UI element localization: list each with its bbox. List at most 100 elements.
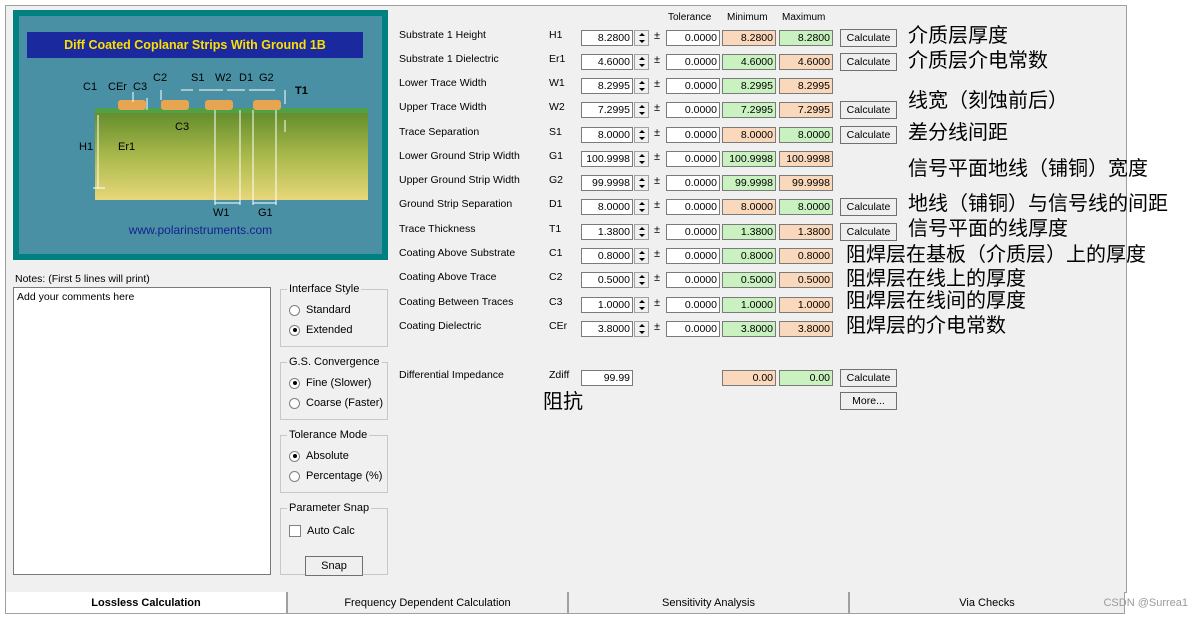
maximum-value[interactable]: 8.0000 xyxy=(779,199,833,215)
parameter-value-input[interactable]: 1.0000 xyxy=(581,297,633,313)
minimum-value[interactable]: 1.3800 xyxy=(722,224,776,240)
auto-calc-checkbox[interactable]: Auto Calc xyxy=(289,525,355,537)
parameter-value-input[interactable]: 0.5000 xyxy=(581,272,633,288)
calculate-impedance-button[interactable]: Calculate xyxy=(840,369,897,387)
spin-arrows-icon[interactable] xyxy=(634,30,649,46)
tab-frequency-dependent[interactable]: Frequency Dependent Calculation xyxy=(287,592,568,614)
impedance-max[interactable]: 0.00 xyxy=(779,370,833,386)
maximum-value[interactable]: 1.0000 xyxy=(779,297,833,313)
radio-coarse[interactable]: Coarse (Faster) xyxy=(289,397,383,409)
minimum-value[interactable]: 100.9998 xyxy=(722,151,776,167)
parameter-value-input[interactable]: 1.3800 xyxy=(581,224,633,240)
maximum-value[interactable]: 7.2995 xyxy=(779,102,833,118)
tolerance-input[interactable]: 0.0000 xyxy=(666,54,720,70)
spin-arrows-icon[interactable] xyxy=(634,199,649,215)
tolerance-input[interactable]: 0.0000 xyxy=(666,78,720,94)
radio-absolute[interactable]: Absolute xyxy=(289,450,349,462)
radio-selected-icon[interactable] xyxy=(289,450,300,462)
parameter-value-input[interactable]: 8.2800 xyxy=(581,30,633,46)
calculate-h1-button[interactable]: Calculate xyxy=(840,29,897,47)
parameter-value-input[interactable]: 100.9998 xyxy=(581,151,633,167)
tolerance-input[interactable]: 0.0000 xyxy=(666,151,720,167)
radio-icon[interactable] xyxy=(289,470,300,482)
auto-calc-label: Auto Calc xyxy=(307,525,355,537)
tolerance-input[interactable]: 0.0000 xyxy=(666,199,720,215)
maximum-value[interactable]: 8.2800 xyxy=(779,30,833,46)
tolerance-input[interactable]: 0.0000 xyxy=(666,175,720,191)
minimum-value[interactable]: 1.0000 xyxy=(722,297,776,313)
parameter-value-input[interactable]: 99.9998 xyxy=(581,175,633,191)
tolerance-input[interactable]: 0.0000 xyxy=(666,272,720,288)
parameter-symbol: Er1 xyxy=(549,53,566,65)
minimum-value[interactable]: 7.2995 xyxy=(722,102,776,118)
maximum-value[interactable]: 8.0000 xyxy=(779,127,833,143)
tolerance-input[interactable]: 0.0000 xyxy=(666,321,720,337)
spin-arrows-icon[interactable] xyxy=(634,102,649,118)
parameter-value-input[interactable]: 3.8000 xyxy=(581,321,633,337)
tolerance-input[interactable]: 0.0000 xyxy=(666,30,720,46)
spin-arrows-icon[interactable] xyxy=(634,272,649,288)
parameter-value-input[interactable]: 4.6000 xyxy=(581,54,633,70)
maximum-value[interactable]: 0.8000 xyxy=(779,248,833,264)
tolerance-input[interactable]: 0.0000 xyxy=(666,297,720,313)
minimum-value[interactable]: 8.0000 xyxy=(722,127,776,143)
spin-arrows-icon[interactable] xyxy=(634,248,649,264)
more-button[interactable]: More... xyxy=(840,392,897,410)
minimum-value[interactable]: 0.8000 xyxy=(722,248,776,264)
spin-arrows-icon[interactable] xyxy=(634,224,649,240)
spin-arrows-icon[interactable] xyxy=(634,175,649,191)
spin-arrows-icon[interactable] xyxy=(634,321,649,337)
radio-icon[interactable] xyxy=(289,397,300,409)
calculate-w2-button[interactable]: Calculate xyxy=(840,101,897,119)
tolerance-input[interactable]: 0.0000 xyxy=(666,224,720,240)
tab-sensitivity-analysis[interactable]: Sensitivity Analysis xyxy=(568,592,849,614)
parameter-value-input[interactable]: 8.0000 xyxy=(581,199,633,215)
calculate-t1-button[interactable]: Calculate xyxy=(840,223,897,241)
plus-minus-icon: ± xyxy=(654,127,661,139)
spin-arrows-icon[interactable] xyxy=(634,151,649,167)
tolerance-input[interactable]: 0.0000 xyxy=(666,248,720,264)
radio-absolute-label: Absolute xyxy=(306,450,349,462)
minimum-value[interactable]: 8.2995 xyxy=(722,78,776,94)
parameter-value-input[interactable]: 8.2995 xyxy=(581,78,633,94)
minimum-value[interactable]: 8.0000 xyxy=(722,199,776,215)
annotation-cer: 阻焊层的介电常数 xyxy=(846,315,1006,337)
calculate-er1-button[interactable]: Calculate xyxy=(840,53,897,71)
spin-arrows-icon[interactable] xyxy=(634,127,649,143)
minimum-header: Minimum xyxy=(727,12,768,23)
spin-arrows-icon[interactable] xyxy=(634,78,649,94)
impedance-min[interactable]: 0.00 xyxy=(722,370,776,386)
tolerance-input[interactable]: 0.0000 xyxy=(666,102,720,118)
radio-percentage[interactable]: Percentage (%) xyxy=(289,470,382,482)
impedance-value[interactable]: 99.99 xyxy=(581,370,633,386)
parameter-value-input[interactable]: 8.0000 xyxy=(581,127,633,143)
minimum-value[interactable]: 8.2800 xyxy=(722,30,776,46)
maximum-value[interactable]: 8.2995 xyxy=(779,78,833,94)
maximum-value[interactable]: 1.3800 xyxy=(779,224,833,240)
snap-button[interactable]: Snap xyxy=(305,556,363,576)
calculate-s1-button[interactable]: Calculate xyxy=(840,126,897,144)
minimum-value[interactable]: 99.9998 xyxy=(722,175,776,191)
checkbox-icon[interactable] xyxy=(289,525,301,537)
maximum-value[interactable]: 99.9998 xyxy=(779,175,833,191)
maximum-value[interactable]: 100.9998 xyxy=(779,151,833,167)
tab-bar: Lossless Calculation Frequency Dependent… xyxy=(5,592,1125,614)
annotation-er1: 介质层介电常数 xyxy=(908,50,1048,72)
tab-lossless-calculation[interactable]: Lossless Calculation xyxy=(5,592,287,614)
parameter-value-input[interactable]: 7.2995 xyxy=(581,102,633,118)
spin-arrows-icon[interactable] xyxy=(634,54,649,70)
maximum-value[interactable]: 4.6000 xyxy=(779,54,833,70)
tab-via-checks[interactable]: Via Checks xyxy=(849,592,1125,614)
maximum-value[interactable]: 0.5000 xyxy=(779,272,833,288)
parameter-label: Trace Thickness xyxy=(399,223,476,235)
maximum-value[interactable]: 3.8000 xyxy=(779,321,833,337)
minimum-value[interactable]: 4.6000 xyxy=(722,54,776,70)
calculate-d1-button[interactable]: Calculate xyxy=(840,198,897,216)
spin-arrows-icon[interactable] xyxy=(634,297,649,313)
tolerance-mode-group: Tolerance Mode Absolute Percentage (%) xyxy=(280,429,388,493)
minimum-value[interactable]: 3.8000 xyxy=(722,321,776,337)
parameter-snap-title: Parameter Snap xyxy=(287,502,372,514)
minimum-value[interactable]: 0.5000 xyxy=(722,272,776,288)
parameter-value-input[interactable]: 0.8000 xyxy=(581,248,633,264)
tolerance-input[interactable]: 0.0000 xyxy=(666,127,720,143)
